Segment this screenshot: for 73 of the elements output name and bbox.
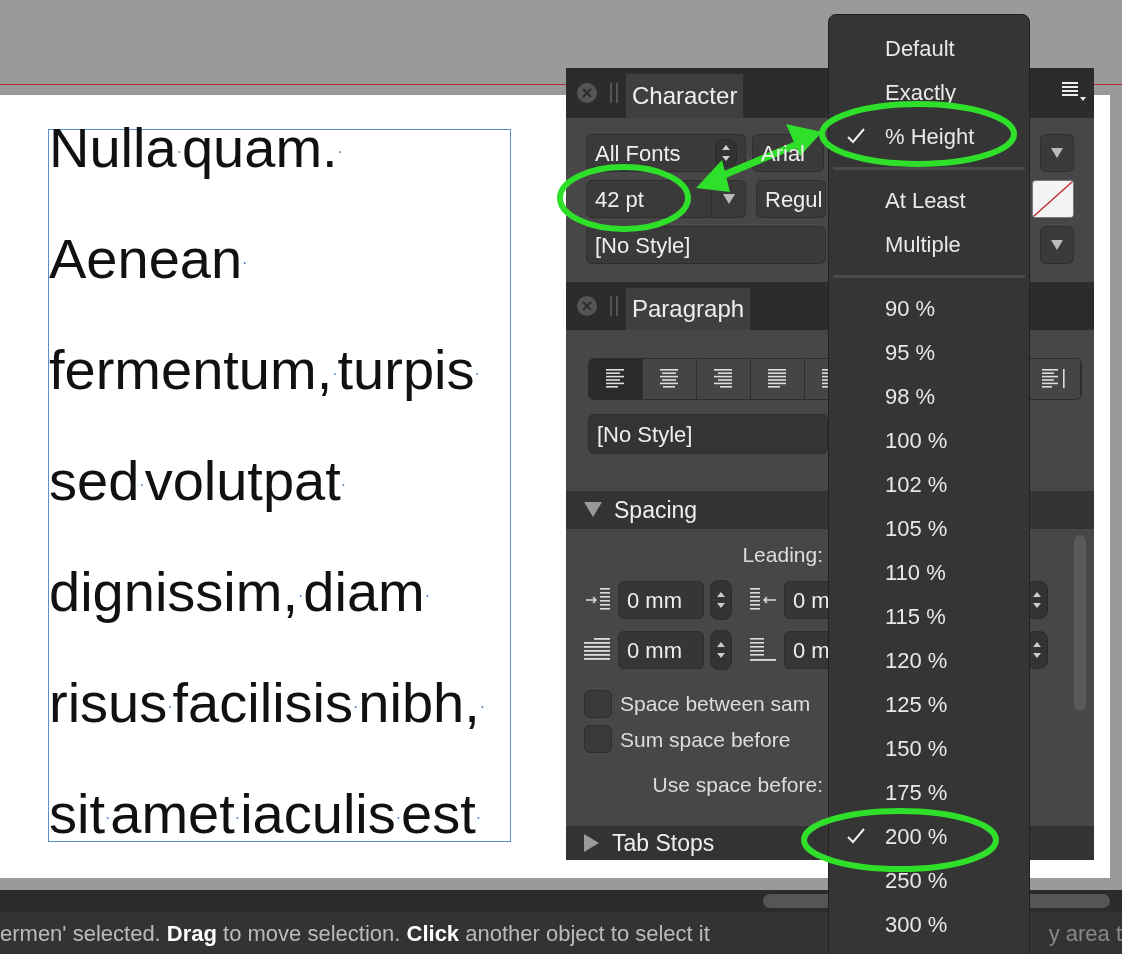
character-style-field[interactable]: [No Style] — [586, 226, 826, 264]
text-line: sed·volutpat· — [49, 448, 347, 514]
menu-item[interactable]: Multiple — [829, 222, 1029, 266]
menu-item[interactable]: At Least — [829, 178, 1029, 222]
menu-item[interactable]: 175 % — [829, 770, 1029, 814]
no-color-swatch[interactable] — [1032, 180, 1074, 218]
align-icon — [605, 369, 626, 390]
menu-icon[interactable] — [1062, 82, 1086, 102]
indent-icon — [750, 588, 778, 613]
align-button[interactable] — [1027, 359, 1081, 400]
menu-item[interactable]: 200 % — [829, 814, 1029, 858]
text-line: dignissim,·diam· — [49, 559, 430, 625]
stepper-icon[interactable] — [710, 580, 732, 621]
space-after-icon — [750, 638, 778, 663]
text-line: sit·amet·iaculis·est· — [49, 781, 482, 847]
menu-item[interactable]: 105 % — [829, 506, 1029, 550]
menu-item[interactable]: 95 % — [829, 330, 1029, 374]
leading-label: Leading: — [742, 541, 823, 568]
text-line: risus·facilisis·nibh,· — [49, 670, 486, 736]
panel-tab[interactable]: Character — [626, 74, 744, 118]
font-style-field[interactable]: Regul — [756, 180, 826, 218]
status-message: ermen' selected. Drag to move selection. Click another object to select it — [0, 919, 710, 948]
checkbox[interactable] — [584, 725, 612, 754]
menu-item[interactable]: % Height — [829, 114, 1029, 158]
checkbox-label: Sum space before — [620, 726, 791, 753]
menu-item[interactable]: 102 % — [829, 462, 1029, 506]
collapse-triangle-icon[interactable] — [584, 501, 602, 518]
menu-item[interactable]: 98 % — [829, 374, 1029, 418]
paragraph-style-field[interactable]: [No Style] — [588, 414, 828, 455]
indent-icon — [584, 588, 612, 613]
checkmark-icon — [847, 128, 865, 144]
space-before-icon — [584, 638, 612, 663]
dropdown-button[interactable] — [1040, 226, 1074, 264]
align-icon — [1041, 369, 1066, 390]
spacing-field[interactable]: 0 mm — [618, 631, 704, 670]
checkbox-label: Space between sam — [620, 691, 811, 718]
expand-triangle-icon[interactable] — [584, 833, 600, 852]
align-icon — [767, 369, 788, 390]
menu-item[interactable]: 125 % — [829, 682, 1029, 726]
use-space-label: Use space before: — [652, 772, 823, 799]
dropdown-arrow-icon — [722, 194, 735, 204]
grip-icon[interactable] — [610, 83, 618, 103]
panel-tab[interactable]: Paragraph — [626, 288, 751, 331]
text-line: Aenean· — [49, 226, 248, 292]
align-icon — [659, 369, 680, 390]
grip-icon[interactable] — [610, 296, 618, 317]
dropdown-button[interactable] — [1040, 134, 1074, 172]
font-size-field[interactable]: 42 pt — [586, 180, 746, 218]
menu-item[interactable]: 250 % — [829, 858, 1029, 902]
status-message-tail: y area t — [1048, 919, 1122, 948]
checkmark-icon — [847, 828, 865, 844]
section-header[interactable]: Tab Stops — [612, 825, 715, 860]
font-collection-field[interactable]: All Fonts — [586, 134, 746, 172]
align-button[interactable] — [589, 359, 643, 400]
text-line: fermentum,·turpis· — [49, 337, 480, 403]
align-icon — [713, 369, 734, 390]
checkbox[interactable] — [584, 689, 612, 718]
align-button[interactable] — [643, 359, 697, 400]
menu-item[interactable]: 150 % — [829, 726, 1029, 770]
menu-item[interactable]: Exactly — [829, 70, 1029, 114]
align-button[interactable] — [697, 359, 751, 400]
menu-item[interactable]: Default — [829, 26, 1029, 70]
dropdown-arrow-icon — [1051, 240, 1063, 250]
stepper-icon[interactable] — [715, 139, 737, 167]
section-header[interactable]: Spacing — [614, 492, 698, 528]
dropdown-arrow-icon — [1051, 148, 1063, 158]
align-button[interactable] — [751, 359, 805, 400]
text-line: Nulla·quam.· — [49, 115, 343, 181]
menu-item[interactable]: 300 % — [829, 902, 1029, 946]
stepper-icon[interactable] — [710, 630, 732, 671]
spacing-field[interactable]: 0 mm — [618, 581, 704, 620]
menu-item[interactable]: 100 % — [829, 418, 1029, 462]
menu-item[interactable]: 90 % — [829, 286, 1029, 330]
